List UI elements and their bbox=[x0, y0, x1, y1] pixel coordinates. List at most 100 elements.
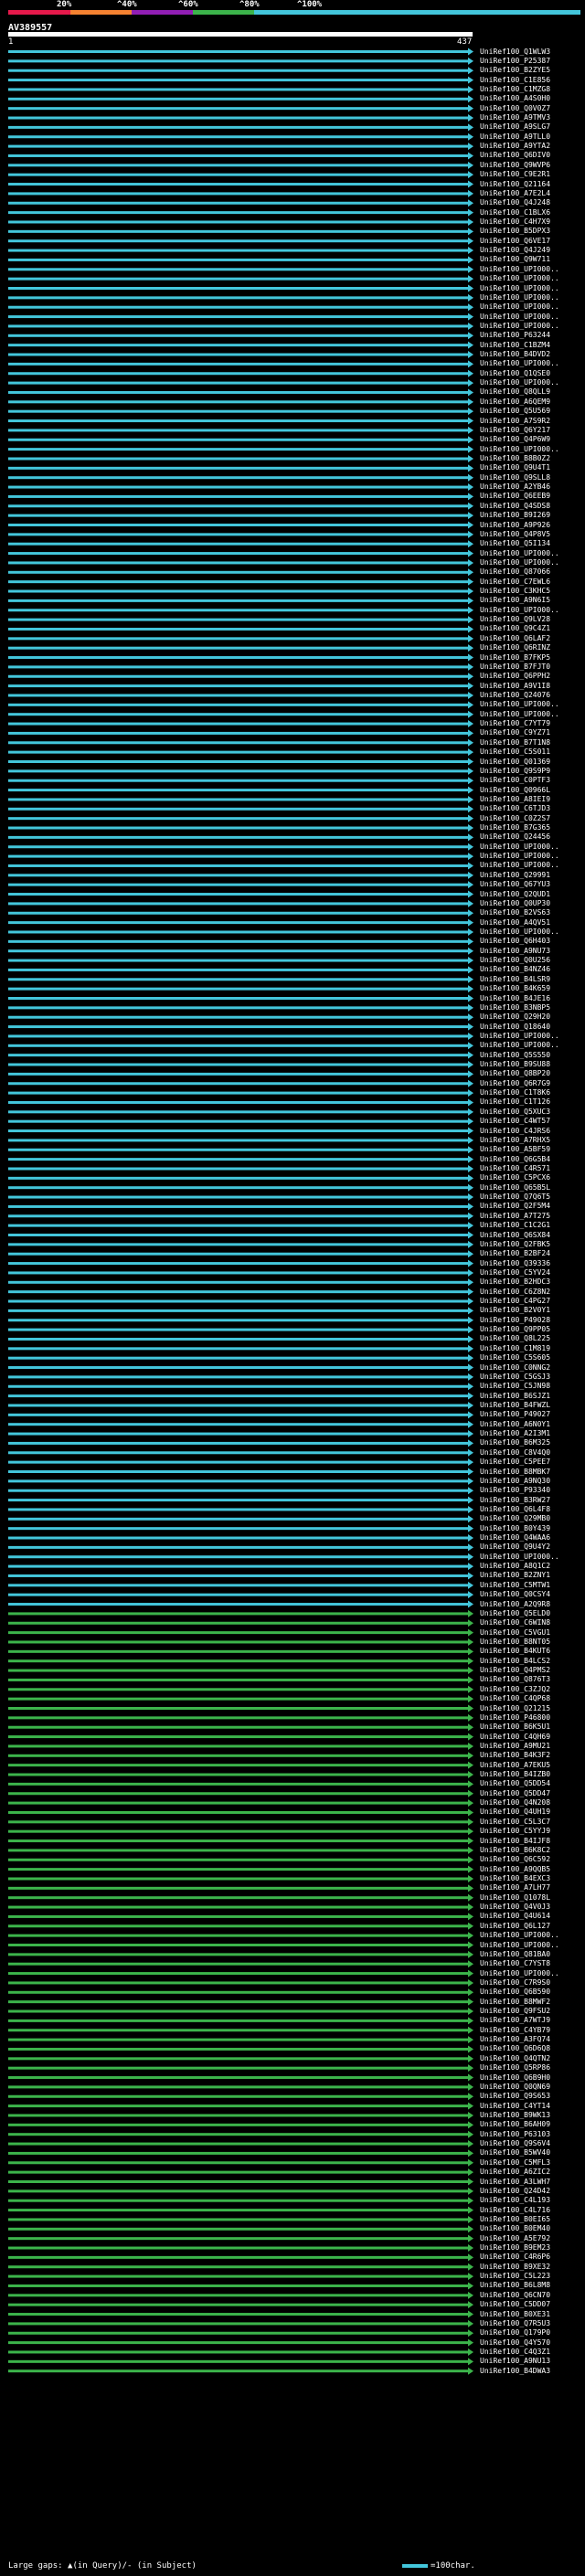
hit-label[interactable]: UniRef100_P49027 bbox=[480, 1410, 585, 1419]
alignment-row[interactable] bbox=[8, 824, 473, 832]
alignment-row[interactable] bbox=[8, 938, 473, 946]
alignment-row[interactable] bbox=[8, 1392, 473, 1400]
alignment-row[interactable] bbox=[8, 1950, 473, 1958]
hit-label[interactable]: UniRef100_B6L8M8 bbox=[480, 2281, 585, 2290]
hit-label[interactable]: UniRef100_Q21164 bbox=[480, 180, 585, 189]
hit-label[interactable]: UniRef100_UPI000.. bbox=[480, 1941, 585, 1950]
alignment-row[interactable] bbox=[8, 985, 473, 993]
hit-label[interactable]: UniRef100_Q4PMS2 bbox=[480, 1666, 585, 1675]
hit-label[interactable]: UniRef100_B9I269 bbox=[480, 511, 585, 520]
hit-label[interactable]: UniRef100_Q67YU3 bbox=[480, 880, 585, 889]
hit-label[interactable]: UniRef100_B6K5U1 bbox=[480, 1723, 585, 1732]
hit-label[interactable]: UniRef100_B4K659 bbox=[480, 984, 585, 993]
hit-label[interactable]: UniRef100_Q18640 bbox=[480, 1023, 585, 1032]
alignment-row[interactable] bbox=[8, 1761, 473, 1769]
hit-label[interactable]: UniRef100_A8IEI9 bbox=[480, 795, 585, 804]
hit-label[interactable]: UniRef100_Q4QTN2 bbox=[480, 2054, 585, 2063]
alignment-row[interactable] bbox=[8, 1118, 473, 1126]
alignment-row[interactable] bbox=[8, 1212, 473, 1220]
alignment-row[interactable] bbox=[8, 1411, 473, 1419]
hit-label[interactable]: UniRef100_C5YV24 bbox=[480, 1268, 585, 1277]
alignment-row[interactable] bbox=[8, 1988, 473, 1997]
alignment-row[interactable] bbox=[8, 966, 473, 974]
alignment-row[interactable] bbox=[8, 1619, 473, 1627]
hit-label[interactable]: UniRef100_A7WTJ9 bbox=[480, 2016, 585, 2025]
hit-label[interactable]: UniRef100_B7FJT0 bbox=[480, 663, 585, 672]
hit-label[interactable]: UniRef100_B4IJF8 bbox=[480, 1837, 585, 1846]
hit-label[interactable]: UniRef100_A7RHX5 bbox=[480, 1136, 585, 1145]
hit-label[interactable]: UniRef100_C5VGU1 bbox=[480, 1628, 585, 1638]
hit-label[interactable]: UniRef100_Q5RP86 bbox=[480, 2063, 585, 2072]
alignment-row[interactable] bbox=[8, 388, 473, 397]
hit-label[interactable]: UniRef100_Q6G5B4 bbox=[480, 1155, 585, 1164]
alignment-row[interactable] bbox=[8, 1534, 473, 1542]
hit-label[interactable]: UniRef100_C1T8K6 bbox=[480, 1088, 585, 1097]
alignment-row[interactable] bbox=[8, 862, 473, 870]
hit-label[interactable]: UniRef100_C9YZ71 bbox=[480, 728, 585, 737]
hit-label[interactable]: UniRef100_B2ZYE5 bbox=[480, 66, 585, 75]
hit-label[interactable]: UniRef100_Q4SDS8 bbox=[480, 502, 585, 511]
hit-label[interactable]: UniRef100_C5PCX6 bbox=[480, 1173, 585, 1182]
hit-label[interactable]: UniRef100_B4JE16 bbox=[480, 994, 585, 1003]
alignment-row[interactable] bbox=[8, 2178, 473, 2186]
hit-label[interactable]: UniRef100_Q1QSE0 bbox=[480, 369, 585, 378]
alignment-row[interactable] bbox=[8, 2319, 473, 2327]
hit-label[interactable]: UniRef100_Q5DD54 bbox=[480, 1779, 585, 1788]
alignment-row[interactable] bbox=[8, 152, 473, 160]
alignment-row[interactable] bbox=[8, 2348, 473, 2356]
hit-label[interactable]: UniRef100_C4JRS6 bbox=[480, 1127, 585, 1136]
alignment-row[interactable] bbox=[8, 1723, 473, 1732]
hit-label[interactable]: UniRef100_Q0966L bbox=[480, 786, 585, 795]
alignment-row[interactable] bbox=[8, 1146, 473, 1154]
alignment-row[interactable] bbox=[8, 2073, 473, 2082]
hit-label[interactable]: UniRef100_B6K8C2 bbox=[480, 1846, 585, 1855]
alignment-row[interactable] bbox=[8, 67, 473, 75]
hit-label[interactable]: UniRef100_C7YT79 bbox=[480, 719, 585, 728]
hit-label[interactable]: UniRef100_Q2QUD1 bbox=[480, 890, 585, 899]
hit-label[interactable]: UniRef100_Q4N208 bbox=[480, 1798, 585, 1807]
hit-label[interactable]: UniRef100_UPI000.. bbox=[480, 861, 585, 870]
hit-label[interactable]: UniRef100_A5BF59 bbox=[480, 1145, 585, 1154]
hit-label[interactable]: UniRef100_B8B0Z2 bbox=[480, 454, 585, 463]
alignment-row[interactable] bbox=[8, 1288, 473, 1296]
alignment-row[interactable] bbox=[8, 313, 473, 321]
alignment-row[interactable] bbox=[8, 1089, 473, 1097]
hit-label[interactable]: UniRef100_UPI000.. bbox=[480, 293, 585, 302]
alignment-row[interactable] bbox=[8, 2130, 473, 2138]
alignment-row[interactable] bbox=[8, 351, 473, 359]
hit-label[interactable]: UniRef100_C4WT57 bbox=[480, 1117, 585, 1126]
hit-label[interactable]: UniRef100_Q9PP05 bbox=[480, 1325, 585, 1334]
hit-label[interactable]: UniRef100_Q9C4Z1 bbox=[480, 624, 585, 633]
hit-label[interactable]: UniRef100_C6TJD3 bbox=[480, 804, 585, 813]
hit-label[interactable]: UniRef100_C6WIN8 bbox=[480, 1618, 585, 1627]
alignment-row[interactable] bbox=[8, 1448, 473, 1457]
hit-label[interactable]: UniRef100_B4FWZL bbox=[480, 1401, 585, 1410]
alignment-row[interactable] bbox=[8, 1676, 473, 1684]
hit-label[interactable]: UniRef100_Q5ELD0 bbox=[480, 1609, 585, 1618]
hit-label[interactable]: UniRef100_B0XE31 bbox=[480, 2310, 585, 2319]
alignment-row[interactable] bbox=[8, 2301, 473, 2309]
alignment-row[interactable] bbox=[8, 2045, 473, 2053]
hit-label[interactable]: UniRef100_C5GSJ3 bbox=[480, 1373, 585, 1382]
hit-label[interactable]: UniRef100_B7G365 bbox=[480, 823, 585, 832]
hit-label[interactable]: UniRef100_A7T275 bbox=[480, 1212, 585, 1221]
hit-label[interactable]: UniRef100_UPI000.. bbox=[480, 606, 585, 615]
alignment-row[interactable] bbox=[8, 720, 473, 728]
hit-label[interactable]: UniRef100_Q24D42 bbox=[480, 2187, 585, 2196]
hit-label[interactable]: UniRef100_B6M325 bbox=[480, 1438, 585, 1447]
alignment-row[interactable] bbox=[8, 2273, 473, 2281]
hit-label[interactable]: UniRef100_Q9S653 bbox=[480, 2092, 585, 2101]
hit-label[interactable]: UniRef100_Q0U256 bbox=[480, 956, 585, 965]
hit-label[interactable]: UniRef100_UPI000.. bbox=[480, 928, 585, 937]
alignment-row[interactable] bbox=[8, 540, 473, 548]
alignment-row[interactable] bbox=[8, 2017, 473, 2025]
hit-label[interactable]: UniRef100_UPI000.. bbox=[480, 378, 585, 387]
alignment-row[interactable] bbox=[8, 1572, 473, 1580]
alignment-row[interactable] bbox=[8, 909, 473, 917]
alignment-row[interactable] bbox=[8, 1268, 473, 1277]
alignment-row[interactable] bbox=[8, 2187, 473, 2195]
alignment-row[interactable] bbox=[8, 1051, 473, 1059]
alignment-row[interactable] bbox=[8, 2338, 473, 2347]
alignment-row[interactable] bbox=[8, 57, 473, 65]
hit-label[interactable]: UniRef100_B4EXC3 bbox=[480, 1874, 585, 1883]
